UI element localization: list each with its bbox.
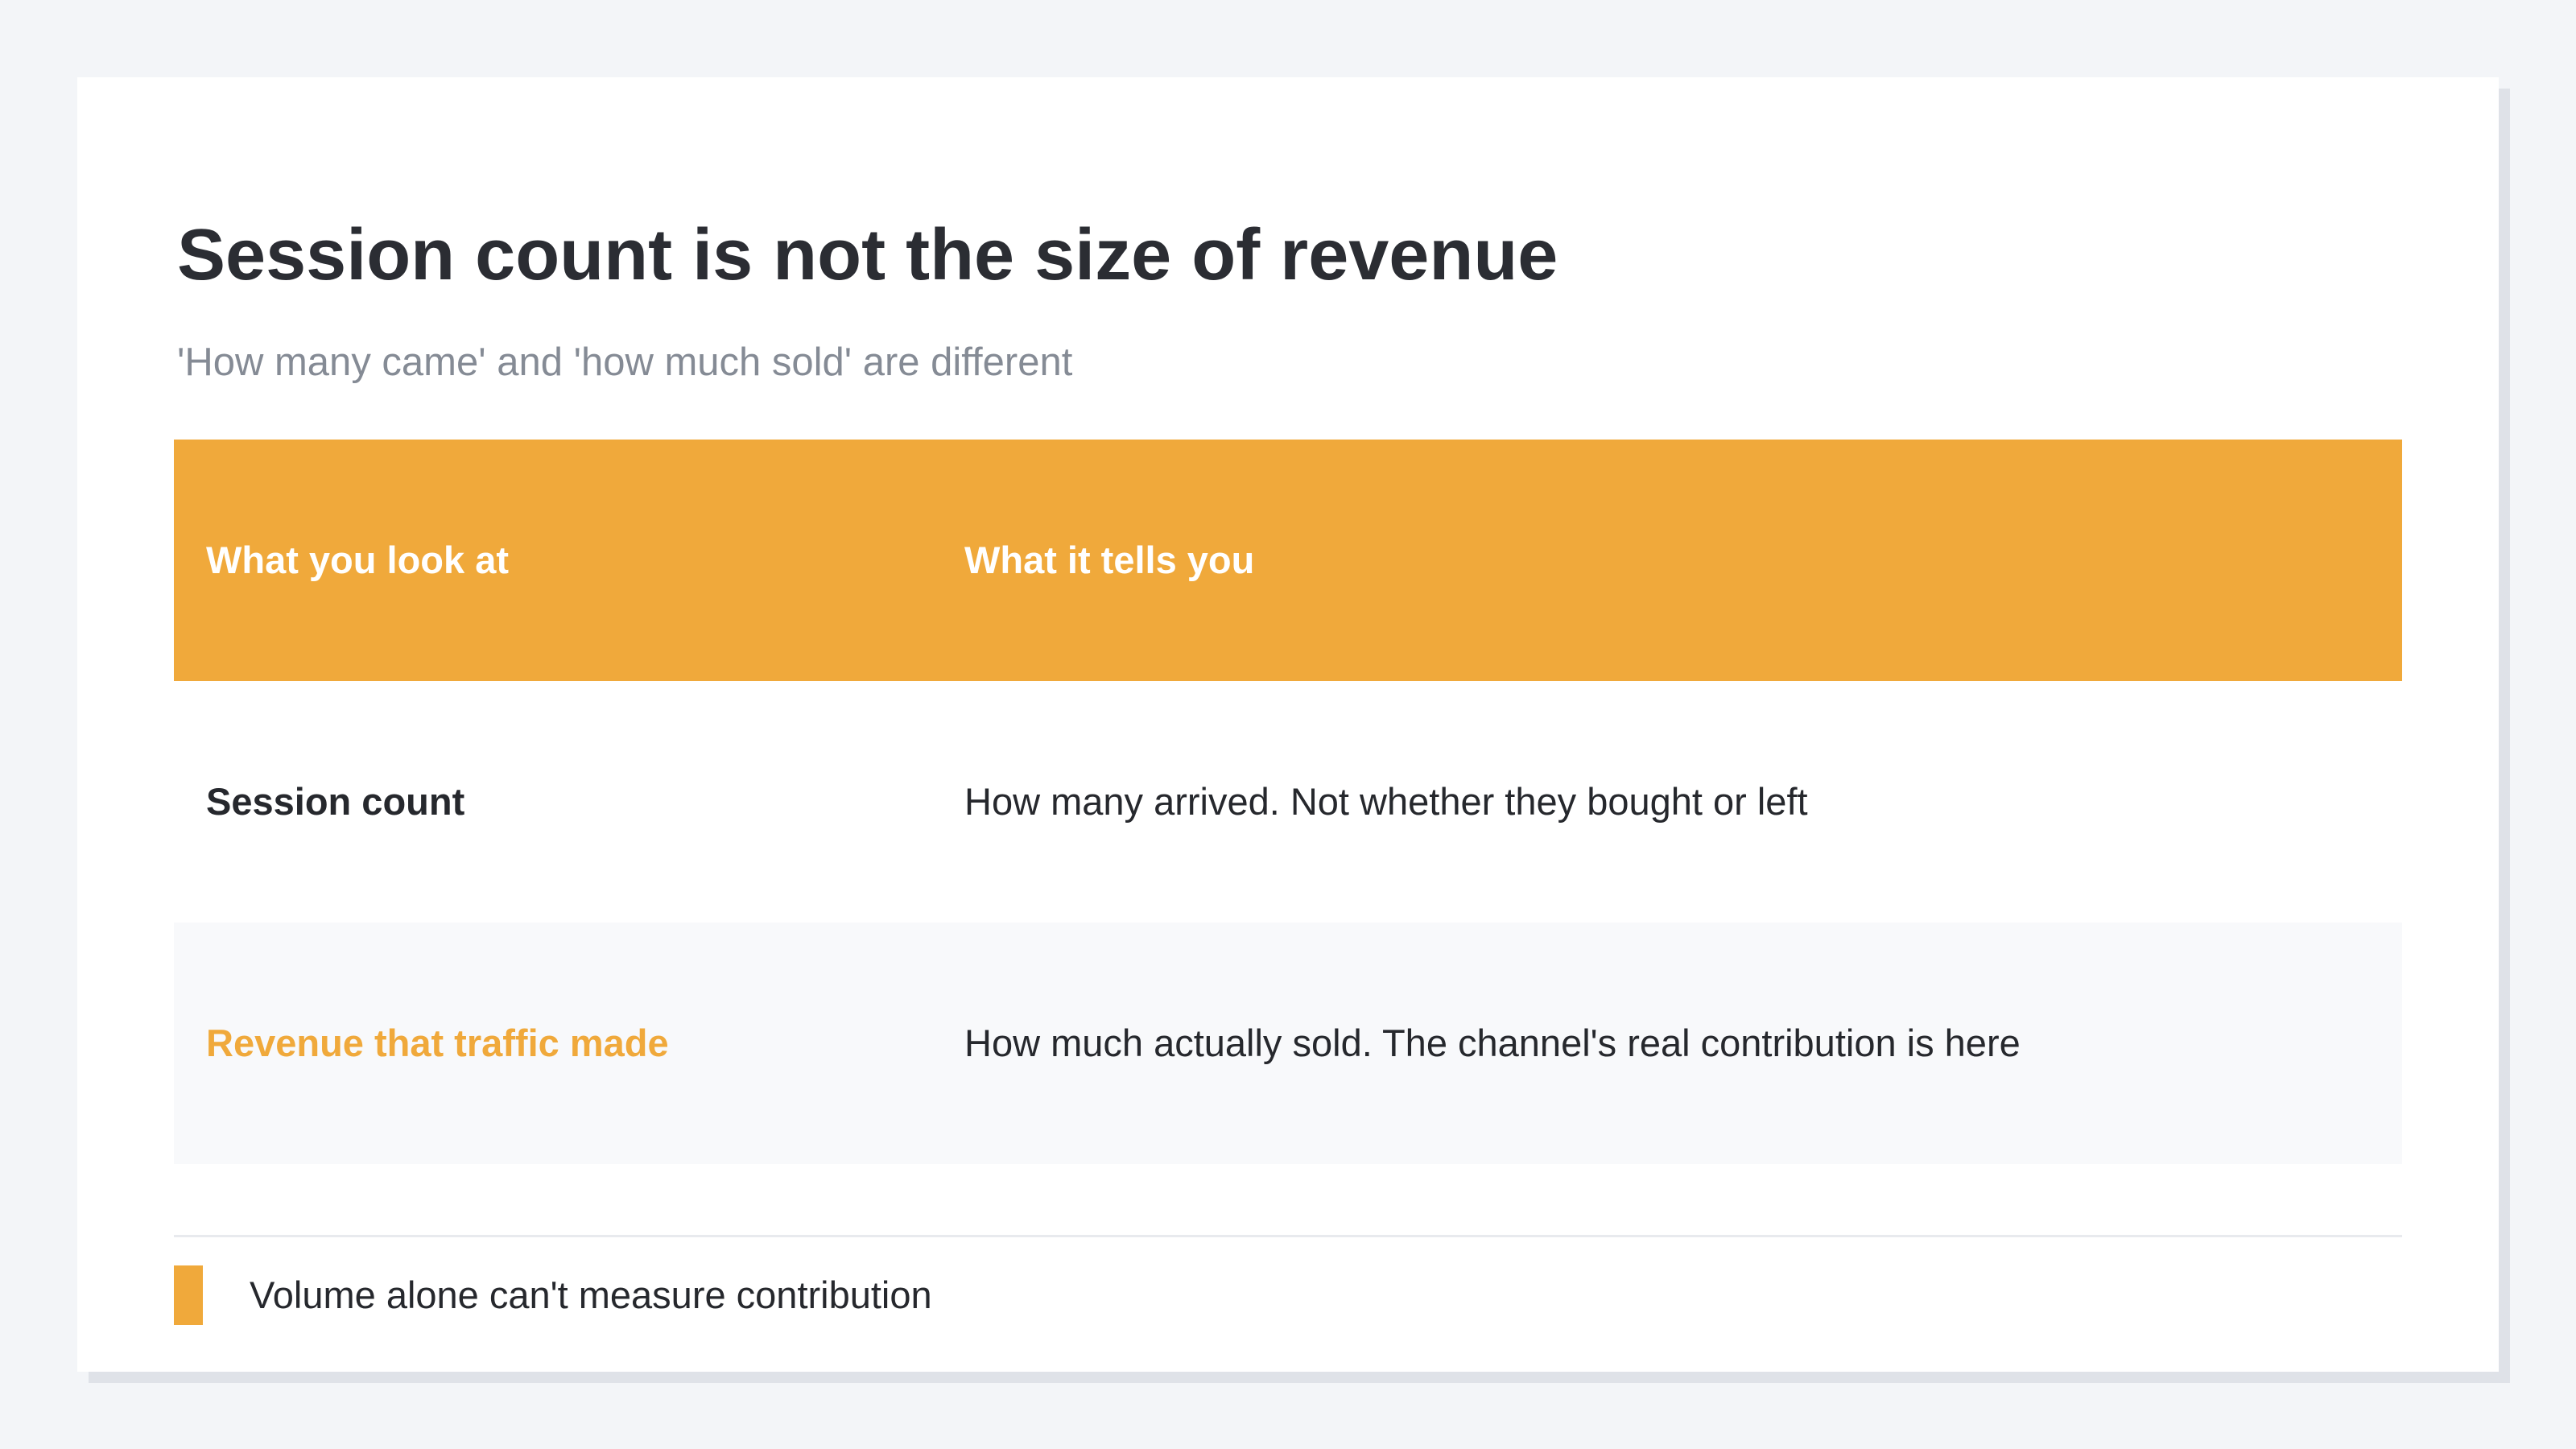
slide-card: Session count is not the size of revenue…: [77, 77, 2499, 1372]
comparison-table: What you look at What it tells you Sessi…: [174, 440, 2402, 1164]
table-header-row: What you look at What it tells you: [174, 440, 2402, 681]
header-cell-what-you-look-at: What you look at: [206, 539, 509, 581]
note-accent-bar: [174, 1265, 203, 1325]
row-label-session-count: Session count: [206, 780, 465, 823]
table-row: Session count How many arrived. Not whet…: [174, 681, 2402, 923]
row-description-session-count: How many arrived. Not whether they bough…: [964, 780, 1808, 823]
slide-title: Session count is not the size of revenue: [177, 215, 1558, 295]
row-description-revenue: How much actually sold. The channel's re…: [964, 1022, 2021, 1064]
table-row: Revenue that traffic made How much actua…: [174, 923, 2402, 1164]
divider-line: [174, 1235, 2402, 1237]
slide-subtitle: 'How many came' and 'how much sold' are …: [177, 341, 1073, 384]
header-cell-what-it-tells-you: What it tells you: [964, 539, 1255, 581]
note-text: Volume alone can't measure contribution: [250, 1274, 932, 1316]
row-label-revenue: Revenue that traffic made: [206, 1022, 669, 1064]
